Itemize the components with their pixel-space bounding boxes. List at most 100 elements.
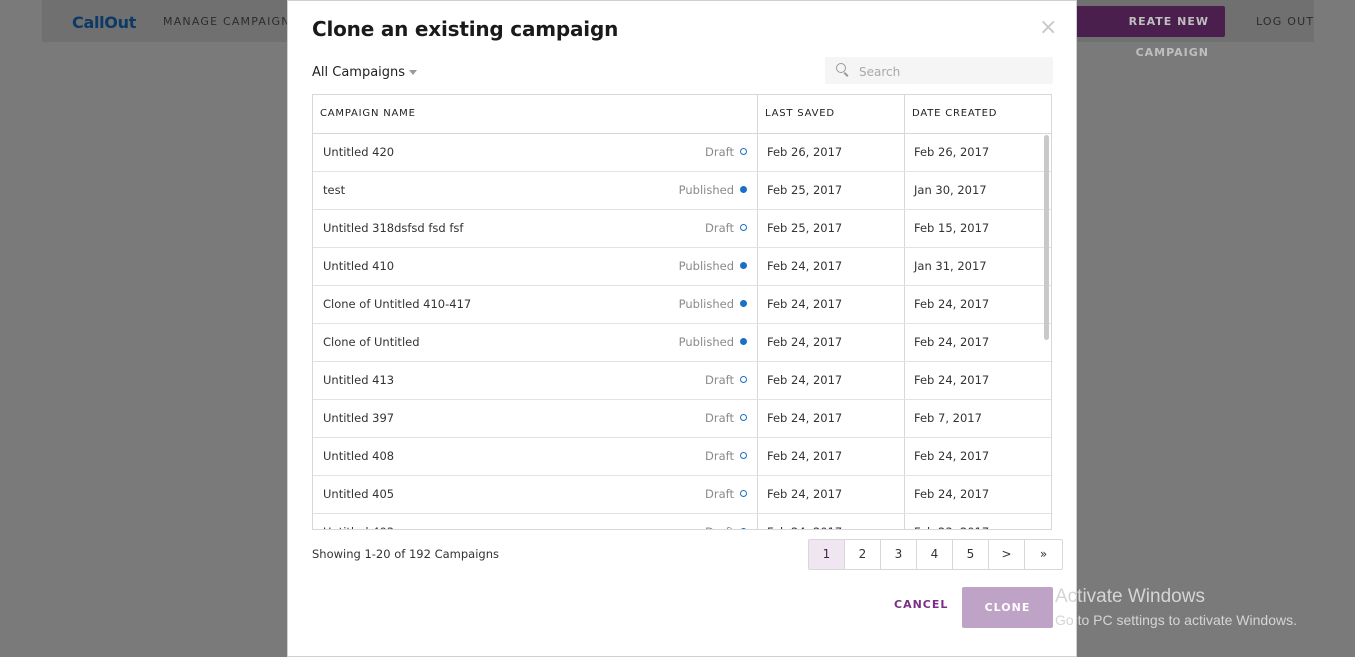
close-icon[interactable]: × [1039,15,1057,40]
table-row[interactable]: test Published Feb 25, 2017 Jan 30, 2017 [313,172,1051,210]
campaign-name: Untitled 403 [323,525,394,529]
table-row[interactable]: Untitled 403 Draft Feb 24, 2017Feb 23, 201… [313,514,1051,529]
page-button-4[interactable]: 4 [917,540,953,569]
published-dot-icon [740,186,747,193]
last-saved-cell: Feb 25, 2017 [758,210,905,247]
last-saved-cell: Feb 24, 2017 [758,400,905,437]
clone-campaign-modal: Clone an existing campaign × All Campaig… [287,0,1077,657]
column-header-campaign-name[interactable]: CAMPAIGN NAME [313,95,758,133]
campaign-table: CAMPAIGN NAME LAST SAVED DATE CREATED Un… [312,94,1052,530]
column-header-date-created[interactable]: DATE CREATED [905,95,1051,133]
table-scrollbar[interactable] [1044,135,1049,340]
status-label: Draft [705,221,734,235]
page-button-3[interactable]: 3 [881,540,917,569]
campaign-status: Draft [705,438,747,475]
filter-label: All Campaigns [312,65,406,80]
draft-circle-icon [740,452,747,459]
table-row[interactable]: Clone of Untitled Published Feb 24, 2017 Fe… [313,324,1051,362]
campaign-status: Draft [705,514,747,529]
date-created-cell: Feb 24, 2017 [914,297,990,311]
campaign-name-cell: Untitled 318dsfsd fsd fsf Draft [313,210,758,247]
last-saved-cell: Feb 26, 2017 [758,134,905,171]
campaign-status: Draft [705,476,747,513]
table-row[interactable]: Untitled 405 Draft Feb 24, 2017 Feb 24, 201… [313,476,1051,514]
campaign-name-cell: test Published [313,172,758,209]
last-saved-cell: Feb 24, 2017 [758,514,905,529]
page-button-2[interactable]: 2 [845,540,881,569]
last-page-button[interactable]: » [1025,540,1062,569]
date-created-cell: Feb 7, 2017 [914,411,982,425]
table-row[interactable]: Clone of Untitled 410-417 Published Feb 24… [313,286,1051,324]
status-label: Draft [705,449,734,463]
campaign-name: Clone of Untitled 410-417 [323,297,472,311]
campaign-name: Untitled 410 [323,259,395,273]
draft-circle-icon [740,376,747,383]
clone-button[interactable]: CLONE [962,587,1053,628]
campaign-name: test [323,183,346,197]
campaign-status: Draft [705,362,747,399]
campaign-status: Published [679,172,747,209]
status-label: Published [678,297,734,311]
date-created-cell: Feb 23, 2017 [905,514,1043,529]
search-icon [836,63,846,73]
table-row[interactable]: Untitled 420 Draft Feb 26, 2017 Feb 26, 201… [313,134,1051,172]
campaign-name: Untitled 405 [323,487,395,501]
table-row[interactable]: Untitled 413 Draft Feb 24, 2017 Feb 24, 201… [313,362,1051,400]
page-button-5[interactable]: 5 [953,540,989,569]
last-saved-cell: Feb 24, 2017 [758,438,905,475]
published-dot-icon [740,262,747,269]
cancel-button[interactable]: CANCEL [894,598,948,611]
campaign-name-cell: Clone of Untitled Published [313,324,758,361]
campaign-status: Published [679,248,747,285]
campaign-status: Published [679,324,747,361]
last-saved-cell: Feb 24, 2017 [758,286,905,323]
search-box[interactable] [825,57,1053,84]
campaign-filter-dropdown[interactable]: All Campaigns [312,65,418,80]
table-row[interactable]: Untitled 318dsfsd fsd fsf Draft Feb 25, 20… [313,210,1051,248]
campaign-name: Untitled 420 [323,145,395,159]
campaign-name-cell: Untitled 420 Draft [313,134,758,171]
table-header: CAMPAIGN NAME LAST SAVED DATE CREATED [313,95,1051,134]
last-saved-cell: Feb 24, 2017 [758,476,905,513]
modal-title: Clone an existing campaign [312,17,619,41]
date-created-cell: Jan 30, 2017 [914,183,987,197]
status-label: Published [678,259,734,273]
campaign-name: Untitled 318dsfsd fsd fsf [323,221,464,235]
campaign-status: Draft [705,134,747,171]
table-body: Untitled 420 Draft Feb 26, 2017 Feb 26, 201… [313,134,1051,529]
activate-windows-title: Activate Windows [1055,586,1205,607]
search-input[interactable] [857,60,1046,83]
status-label: Draft [705,373,734,387]
create-campaign-button[interactable]: REATE NEW CAMPAIGN [1060,6,1225,59]
table-row[interactable]: Untitled 397 Draft Feb 24, 2017 Feb 7, 2017 [313,400,1051,438]
next-page-button[interactable]: > [989,540,1025,569]
date-created-cell: Feb 15, 2017 [914,221,990,235]
draft-circle-icon [740,528,747,529]
column-header-last-saved[interactable]: LAST SAVED [758,95,905,133]
campaign-name: Untitled 408 [323,449,395,463]
campaign-status: Draft [705,400,747,437]
nav-manage-campaigns[interactable]: MANAGE CAMPAIGNS [163,15,299,28]
campaign-name-cell: Untitled 397 Draft [313,400,758,437]
last-saved-cell: Feb 24, 2017 [758,324,905,361]
campaign-name-cell: Untitled 410 Published [313,248,758,285]
draft-circle-icon [740,148,747,155]
table-row[interactable]: Untitled 410 Published Feb 24, 2017 Jan 31,… [313,248,1051,286]
logout-button[interactable]: LOG OUT [1256,15,1314,28]
page-button-1[interactable]: 1 [809,540,845,569]
status-label: Draft [705,525,734,529]
date-created-cell: Feb 24, 2017 [914,487,990,501]
table-row[interactable]: Untitled 408 Draft Feb 24, 2017 Feb 24, 201… [313,438,1051,476]
last-saved-cell: Feb 25, 2017 [758,172,905,209]
campaign-name: Untitled 413 [323,373,395,387]
last-saved-cell: Feb 24, 2017 [758,362,905,399]
campaign-name-cell: Clone of Untitled 410-417 Published [313,286,758,323]
campaign-name-cell: Untitled 413 Draft [313,362,758,399]
date-created-cell: Jan 31, 2017 [914,259,987,273]
app-logo[interactable]: CallOut [72,13,136,32]
campaign-name-cell: Untitled 405 Draft [313,476,758,513]
published-dot-icon [740,300,747,307]
date-created-cell: Feb 24, 2017 [914,335,990,349]
status-label: Published [678,183,734,197]
campaign-name-cell: Untitled 403 Draft [313,514,758,529]
